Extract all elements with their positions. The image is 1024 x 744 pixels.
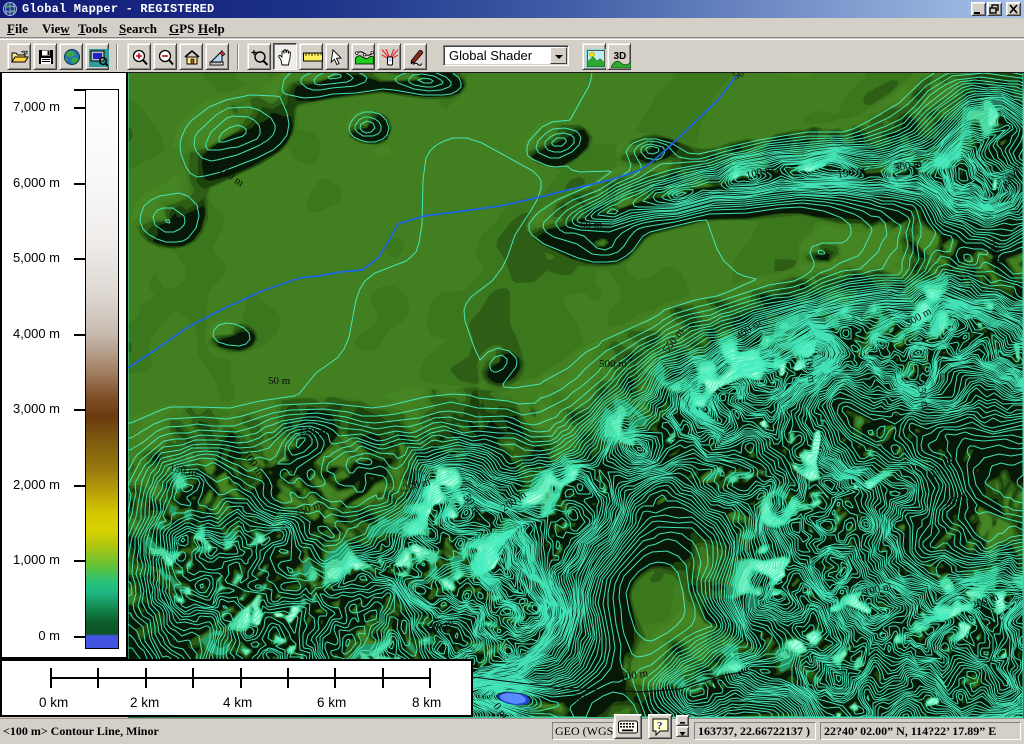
svg-text:3D: 3D	[614, 51, 627, 62]
svg-text:50 m: 50 m	[580, 219, 603, 231]
svg-text:50 m: 50 m	[268, 375, 291, 387]
svg-text:?: ?	[657, 720, 663, 732]
svg-text:500 m: 500 m	[599, 358, 627, 370]
svg-text:150 m: 150 m	[299, 426, 327, 438]
